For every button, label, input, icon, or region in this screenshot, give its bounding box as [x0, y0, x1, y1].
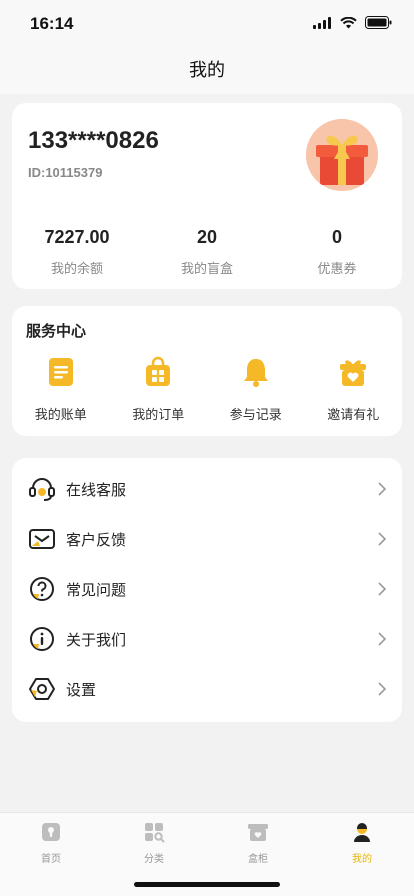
category-icon	[145, 823, 165, 843]
home-icon	[42, 823, 60, 841]
stat-coupons[interactable]: 0 优惠券	[272, 227, 402, 277]
stat-blind-boxes[interactable]: 20 我的盲盒	[142, 227, 272, 277]
info-icon	[30, 627, 54, 651]
chevron-right-icon	[378, 682, 387, 696]
home-indicator[interactable]	[134, 882, 280, 887]
menu-label: 客户反馈	[66, 530, 127, 549]
service-label: 参与记录	[229, 408, 282, 423]
signal-icon	[313, 16, 331, 29]
chevron-right-icon	[378, 482, 387, 496]
tab-box-cabinet[interactable]: 盒柜	[218, 821, 298, 865]
tab-profile[interactable]: 我的	[322, 821, 402, 865]
service-label: 我的账单	[34, 408, 87, 423]
stat-value: 20	[196, 227, 218, 247]
section-title: 服务中心	[26, 322, 87, 340]
battery-icon	[365, 16, 392, 29]
stats-row: 7227.00 我的余额 20 我的盲盒 0 优惠券	[12, 227, 402, 277]
profile-card: 133****0826 ID:10115379 7227.00 我的余额 20 …	[12, 103, 402, 289]
order-bag-icon	[146, 356, 171, 386]
menu-item-faq[interactable]: 常见问题	[12, 564, 402, 614]
chevron-right-icon	[378, 532, 387, 546]
bill-icon	[48, 358, 73, 386]
page-title: 我的	[189, 60, 225, 81]
service-row: 我的账单 我的订单 参与记录 邀请有礼	[12, 356, 402, 423]
service-item-records[interactable]: 参与记录	[207, 356, 305, 423]
service-label: 我的订单	[132, 408, 185, 423]
menu-label: 常见问题	[66, 580, 127, 599]
page-header: 我的	[0, 48, 414, 94]
settings-hexagon-icon	[29, 678, 55, 700]
box-cabinet-icon	[248, 824, 268, 841]
status-time: 16:14	[30, 14, 74, 33]
bell-icon	[243, 359, 268, 387]
menu-item-about[interactable]: 关于我们	[12, 614, 402, 664]
gift-heart-icon	[340, 360, 367, 386]
status-bar: 16:14	[0, 0, 414, 48]
service-center-card: 服务中心 我的账单 我的订单 参与记录 邀请有礼	[12, 306, 402, 436]
stat-label: 优惠券	[317, 262, 357, 277]
service-item-bill[interactable]: 我的账单	[12, 356, 110, 423]
gift-box-icon	[306, 119, 378, 191]
menu-label: 关于我们	[66, 630, 127, 649]
stat-label: 我的余额	[50, 262, 103, 277]
profile-icon	[354, 823, 370, 842]
avatar[interactable]	[306, 119, 378, 191]
menu-list-card: 在线客服 客户反馈 常见问题 关于我们 设置	[12, 458, 402, 722]
menu-item-settings[interactable]: 设置	[12, 664, 402, 714]
tab-label: 分类	[144, 854, 164, 865]
menu-label: 在线客服	[66, 480, 127, 499]
stat-value: 7227.00	[44, 227, 110, 247]
tab-label: 我的	[352, 854, 372, 865]
menu-item-feedback[interactable]: 客户反馈	[12, 514, 402, 564]
tab-category[interactable]: 分类	[114, 821, 194, 865]
user-phone: 133****0826	[28, 127, 159, 154]
question-icon	[30, 577, 54, 601]
status-icons	[313, 16, 392, 29]
user-id: ID:10115379	[28, 165, 103, 180]
service-item-invite[interactable]: 邀请有礼	[305, 356, 403, 423]
stat-balance[interactable]: 7227.00 我的余额	[12, 227, 142, 277]
tab-label: 盒柜	[248, 854, 268, 865]
chevron-right-icon	[378, 582, 387, 596]
stat-value: 0	[331, 227, 342, 247]
headset-icon	[29, 478, 55, 501]
tab-home[interactable]: 首页	[11, 821, 91, 865]
wifi-icon	[340, 16, 357, 28]
service-label: 邀请有礼	[327, 408, 380, 423]
menu-item-customer-service[interactable]: 在线客服	[12, 464, 402, 514]
chevron-right-icon	[378, 632, 387, 646]
menu-label: 设置	[66, 680, 97, 699]
tab-label: 首页	[41, 854, 61, 865]
service-item-orders[interactable]: 我的订单	[110, 356, 208, 423]
stat-label: 我的盲盒	[180, 262, 233, 277]
feedback-mail-icon	[29, 529, 55, 549]
